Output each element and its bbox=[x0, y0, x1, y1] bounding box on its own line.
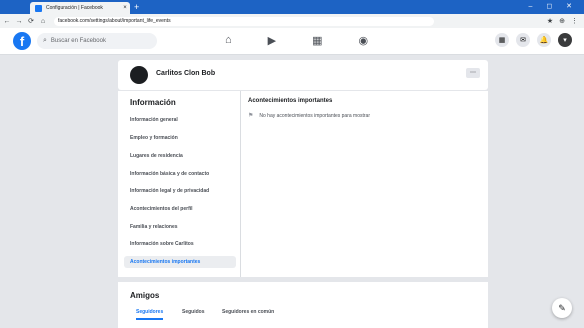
back-icon[interactable]: ← bbox=[2, 18, 12, 25]
forward-icon[interactable]: → bbox=[14, 18, 24, 25]
tab-followers[interactable]: Seguidores bbox=[136, 309, 164, 320]
main-nav: ⌂ ▶ ▦ ◉ bbox=[225, 34, 368, 47]
window-controls[interactable]: – ◻ ✕ bbox=[529, 2, 578, 10]
about-heading: Información bbox=[130, 98, 176, 107]
sidebar-item-privacy[interactable]: Información legal y de privacidad bbox=[130, 188, 209, 194]
url-input[interactable]: facebook.com/settings/about/important_li… bbox=[54, 16, 434, 26]
browser-tab-bar: Configuración | Facebook × + – ◻ ✕ bbox=[0, 0, 584, 14]
about-sidebar: Información Información general Empleo y… bbox=[118, 91, 241, 277]
home-icon[interactable]: ⌂ bbox=[38, 18, 48, 25]
empty-state: ⚑ No hay acontecimientos importantes par… bbox=[248, 112, 370, 120]
sidebar-item-work-education[interactable]: Empleo y formación bbox=[130, 135, 178, 141]
compose-icon: ✎ bbox=[558, 302, 566, 313]
flag-icon: ⚑ bbox=[248, 113, 254, 119]
search-placeholder: Buscar en Facebook bbox=[50, 38, 106, 44]
empty-state-text: No hay acontecimientos importantes para … bbox=[259, 112, 370, 119]
profile-name[interactable]: Carlitos Clon Bob bbox=[156, 70, 215, 77]
bookmark-star-icon[interactable]: ★ bbox=[547, 17, 553, 25]
section-title: Acontecimientos importantes bbox=[248, 98, 333, 104]
about-card: Información Información general Empleo y… bbox=[118, 90, 488, 277]
extension-icons: ★ ⊕ ⋮ bbox=[547, 17, 578, 25]
sidebar-item-places[interactable]: Lugares de residencia bbox=[130, 153, 183, 159]
header-actions: ▦ ✉ 🔔 ▾ bbox=[495, 33, 572, 47]
friends-card: Amigos Seguidores Seguidos Seguidores en… bbox=[118, 282, 488, 328]
facebook-header: f ⌕ Buscar en Facebook ⌂ ▶ ▦ ◉ ▦ ✉ 🔔 ▾ bbox=[0, 28, 584, 55]
menu-grid-icon[interactable]: ▦ bbox=[495, 33, 509, 47]
sidebar-item-contact[interactable]: Información básica y de contacto bbox=[130, 171, 209, 177]
browser-menu-icon[interactable]: ⋮ bbox=[571, 17, 578, 25]
sidebar-item-life-events[interactable]: Acontecimientos importantes bbox=[124, 256, 236, 268]
home-icon[interactable]: ⌂ bbox=[225, 34, 232, 47]
new-message-button[interactable]: ✎ bbox=[552, 298, 572, 318]
search-icon: ⌕ bbox=[43, 37, 47, 44]
sidebar-item-family[interactable]: Familia y relaciones bbox=[130, 224, 178, 230]
notifications-icon[interactable]: 🔔 bbox=[537, 33, 551, 47]
facebook-logo-icon[interactable]: f bbox=[13, 32, 31, 50]
new-tab-button[interactable]: + bbox=[134, 2, 139, 12]
sidebar-item-details[interactable]: Información sobre Carlitos bbox=[130, 241, 194, 247]
search-input[interactable]: ⌕ Buscar en Facebook bbox=[37, 33, 157, 49]
browser-tab[interactable]: Configuración | Facebook × bbox=[30, 2, 130, 14]
messenger-icon[interactable]: ✉ bbox=[516, 33, 530, 47]
more-options-button[interactable]: ⋯ bbox=[466, 68, 480, 78]
extension-icon[interactable]: ⊕ bbox=[559, 17, 565, 25]
tab-title: Configuración | Facebook bbox=[46, 5, 103, 11]
tab-close-icon[interactable]: × bbox=[120, 5, 130, 11]
facebook-favicon-icon bbox=[35, 4, 42, 12]
url-text: facebook.com/settings/about/important_li… bbox=[58, 18, 171, 24]
groups-icon[interactable]: ◉ bbox=[359, 34, 369, 47]
avatar[interactable] bbox=[130, 66, 148, 84]
reload-icon[interactable]: ⟳ bbox=[26, 17, 36, 25]
tab-following[interactable]: Seguidos bbox=[182, 309, 205, 315]
marketplace-icon[interactable]: ▦ bbox=[312, 34, 322, 47]
sidebar-item-overview[interactable]: Información general bbox=[130, 117, 178, 123]
account-menu-icon[interactable]: ▾ bbox=[558, 33, 572, 47]
address-bar-row: ← → ⟳ ⌂ facebook.com/settings/about/impo… bbox=[0, 14, 584, 28]
tab-mutual-followers[interactable]: Seguidores en común bbox=[222, 309, 274, 315]
profile-header: Carlitos Clon Bob ⋯ bbox=[118, 60, 488, 90]
sidebar-item-profile-events[interactable]: Acontecimientos del perfil bbox=[130, 206, 193, 212]
watch-icon[interactable]: ▶ bbox=[268, 34, 276, 47]
friends-heading: Amigos bbox=[130, 291, 160, 300]
